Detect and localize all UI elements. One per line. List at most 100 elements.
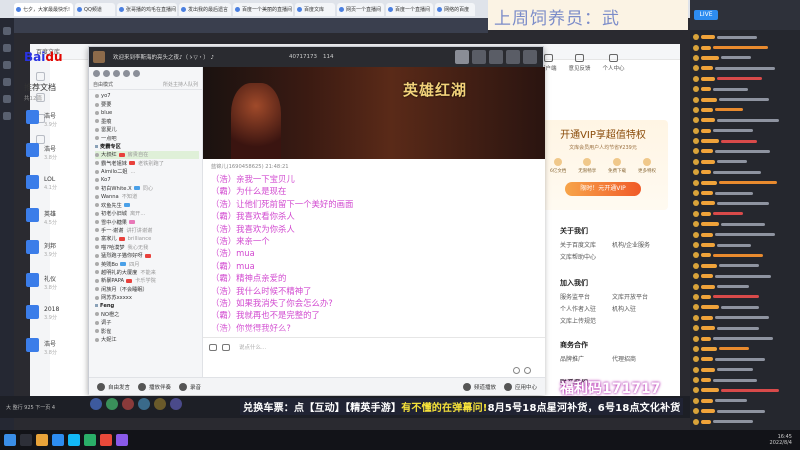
browser-tab[interactable]: 百度一个美丽的直播间 [233, 2, 294, 16]
channel-play-button[interactable]: 频道播放 [462, 382, 496, 391]
member-row[interactable]: 大妮江 [95, 335, 199, 343]
message-icon[interactable] [3, 95, 11, 103]
maximize-icon[interactable] [506, 50, 520, 64]
folder-icon[interactable] [36, 434, 48, 446]
browser-tab[interactable]: 发出我的最后遗言 [179, 2, 232, 16]
footer-link[interactable]: 文库开放平台 [612, 292, 664, 301]
member-row[interactable]: NO橙之 [95, 310, 199, 318]
record-button[interactable]: 录音 [179, 382, 201, 391]
member-group[interactable]: Feng [95, 302, 199, 310]
member-row[interactable]: 大叔红 房贵自在 [95, 150, 199, 160]
footer-link[interactable]: 文库上传规范 [560, 316, 612, 325]
emoji-icon[interactable] [209, 343, 217, 351]
open-vip-button[interactable]: 限时！元开通VIP [565, 182, 641, 196]
member-row[interactable]: Ko7 [95, 176, 199, 184]
browser-icon[interactable] [52, 434, 64, 446]
home-icon[interactable] [3, 27, 11, 35]
scissors-icon[interactable] [222, 343, 230, 351]
mode-selector[interactable]: 自由模式 [93, 81, 113, 88]
member-row[interactable]: 霸气老姐妹 老铁别跑了 [95, 159, 199, 167]
member-row[interactable]: 喵?哈漠梦 我心无我 [95, 243, 199, 251]
game-icon[interactable] [3, 78, 11, 86]
browser-tab[interactable]: 网络的百度 [435, 2, 476, 16]
doc-title[interactable]: 浩号 [44, 144, 57, 153]
member-row[interactable]: 雷夏儿 [95, 126, 199, 134]
doc-title[interactable]: 礼仪 [44, 274, 57, 283]
member-row[interactable]: 猛烈跑子猫你好呀 [95, 251, 199, 259]
app-icon[interactable] [170, 398, 182, 410]
doc-item[interactable]: 礼仪 3.8分 [44, 274, 57, 291]
doc-title[interactable]: 刘邦 [44, 241, 57, 250]
more-icon[interactable] [133, 70, 140, 77]
footer-link[interactable]: 关于百度文库 [560, 240, 612, 249]
qq-icon[interactable] [68, 434, 80, 446]
member-row[interactable]: 调子 [95, 319, 199, 327]
member-row[interactable]: 一点吧 [95, 134, 199, 142]
follow-icon[interactable] [3, 61, 11, 69]
send-icon[interactable] [524, 367, 531, 374]
member-row[interactable]: 初白White.X 同心 [95, 184, 199, 192]
app-icon[interactable] [100, 434, 112, 446]
member-row[interactable]: Wanna 不知道 [95, 193, 199, 201]
footer-link[interactable]: 品牌推广 [560, 354, 612, 363]
doc-title[interactable]: 2018 [44, 306, 59, 313]
free-speech-toggle[interactable]: 自由发言 [97, 382, 130, 391]
browser-tab[interactable]: 张哥播的鸡毛在直播间 [117, 2, 178, 16]
doc-item[interactable]: 英雄 4.5分 [44, 209, 57, 226]
baidu-logo[interactable]: Baidu [24, 50, 63, 64]
search-icon[interactable] [103, 70, 110, 77]
member-row[interactable]: 手一·谢谢 讲打讲谢谢 [95, 226, 199, 234]
browser-tab[interactable]: 百度一个直播间 [386, 2, 434, 16]
doc-item[interactable]: 刘邦 3.9分 [44, 241, 57, 258]
member-row[interactable]: 要要 [95, 100, 199, 108]
settings-icon[interactable] [3, 112, 11, 120]
bookmark-icon[interactable] [35, 72, 45, 81]
footer-link[interactable]: 机构/企业服务 [612, 240, 664, 249]
member-row[interactable]: 闲族月（不会睡眠） [95, 285, 199, 293]
member-row[interactable]: 网苏苏xxxxx [95, 293, 199, 301]
browser-tab[interactable]: 百度文库 [295, 2, 336, 16]
message-input-area[interactable]: 说点什么... [203, 337, 545, 377]
share-icon[interactable] [113, 70, 120, 77]
app-center-button[interactable]: 应用中心 [503, 382, 537, 391]
doc-title[interactable]: LOL [44, 176, 57, 183]
top-action-1[interactable]: 意见反馈 [569, 54, 591, 72]
layout-icon[interactable] [472, 50, 486, 64]
member-row[interactable]: Aimilo二姐... [95, 168, 199, 176]
home-icon[interactable] [455, 50, 469, 64]
browser-tab[interactable]: QQ频道 [75, 2, 116, 16]
app-icon[interactable] [106, 398, 118, 410]
wechat-icon[interactable] [84, 434, 96, 446]
doc-title[interactable]: 浩号 [44, 111, 57, 120]
footer-link[interactable]: 代理招商 [612, 354, 664, 363]
play-music-button[interactable]: 播放伴奏 [138, 382, 171, 391]
doc-item[interactable]: LOL 4.1分 [44, 176, 57, 191]
member-row[interactable]: 欢鱼先生 [95, 201, 199, 209]
browser-tab[interactable]: 网页一个直播间 [337, 2, 385, 16]
doc-item[interactable]: 浩号 3.8分 [44, 339, 57, 356]
member-row[interactable]: blue [95, 109, 199, 117]
game-banner[interactable]: 英雄红湖 [203, 67, 545, 159]
app-icon[interactable] [138, 398, 150, 410]
user-icon[interactable] [93, 70, 100, 77]
live-icon[interactable] [3, 44, 11, 52]
search-icon[interactable] [20, 434, 32, 446]
member-row[interactable]: 新暴PAPA 卡乐学院 [95, 277, 199, 285]
app-icon[interactable] [122, 398, 134, 410]
doc-item[interactable]: 2018 3.9分 [44, 306, 59, 321]
minimize-icon[interactable] [489, 50, 503, 64]
host-queue-link[interactable]: 所处主持人队列 [163, 81, 198, 88]
start-icon[interactable] [4, 434, 16, 446]
app-icon[interactable] [154, 398, 166, 410]
page-nav[interactable]: 大 整行 925 下一页 4 [6, 404, 55, 411]
top-action-2[interactable]: 个人中心 [603, 54, 625, 72]
doc-title[interactable]: 浩号 [44, 339, 57, 348]
browser-tab[interactable]: 七夕，大家最最快乐! [14, 2, 74, 16]
member-row[interactable]: 墨痕 [95, 117, 199, 125]
member-group[interactable]: 麦霸专区 [95, 142, 199, 150]
settings-icon[interactable] [123, 70, 130, 77]
app-icon[interactable] [116, 434, 128, 446]
doc-item[interactable]: 浩号 3.8分 [44, 144, 57, 161]
member-row[interactable]: 初老小旧城 离开... [95, 209, 199, 217]
footer-link[interactable]: 服务监平台 [560, 292, 612, 301]
